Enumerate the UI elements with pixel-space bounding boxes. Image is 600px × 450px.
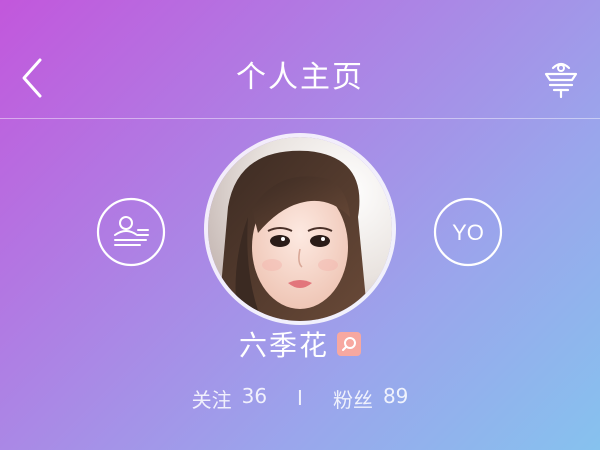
stats-separator: I <box>297 386 303 410</box>
yo-button[interactable]: YO <box>433 197 503 267</box>
fans-label: 粉丝 <box>332 387 373 412</box>
search-badge[interactable] <box>337 332 361 356</box>
profile-card-icon <box>96 197 166 267</box>
beacon-button[interactable] <box>536 54 586 104</box>
avatar[interactable] <box>208 137 392 321</box>
avatar-image <box>208 137 392 321</box>
fans-stat[interactable]: 粉丝 89 <box>333 384 408 413</box>
following-count: 36 <box>241 383 268 408</box>
back-button[interactable] <box>10 52 54 104</box>
yo-label: YO <box>452 220 484 245</box>
beacon-icon <box>544 62 578 99</box>
name-row: 六季花 <box>0 322 600 366</box>
following-stat[interactable]: 关注 36 <box>192 384 267 413</box>
profile-card-button[interactable] <box>96 197 166 267</box>
profile-screen: 个人主页 YO 六季花 关注 36 I 粉丝 89 <box>0 0 600 450</box>
user-name: 六季花 <box>238 329 329 362</box>
stats-row: 关注 36 I 粉丝 89 <box>0 378 600 418</box>
header-divider <box>0 118 600 119</box>
page-title: 个人主页 <box>236 60 364 95</box>
chevron-left-icon <box>22 58 42 98</box>
following-label: 关注 <box>191 387 232 412</box>
search-badge-icon <box>342 337 356 351</box>
header: 个人主页 <box>0 0 600 118</box>
yo-circle-icon: YO <box>433 197 503 267</box>
fans-count: 89 <box>382 383 409 408</box>
